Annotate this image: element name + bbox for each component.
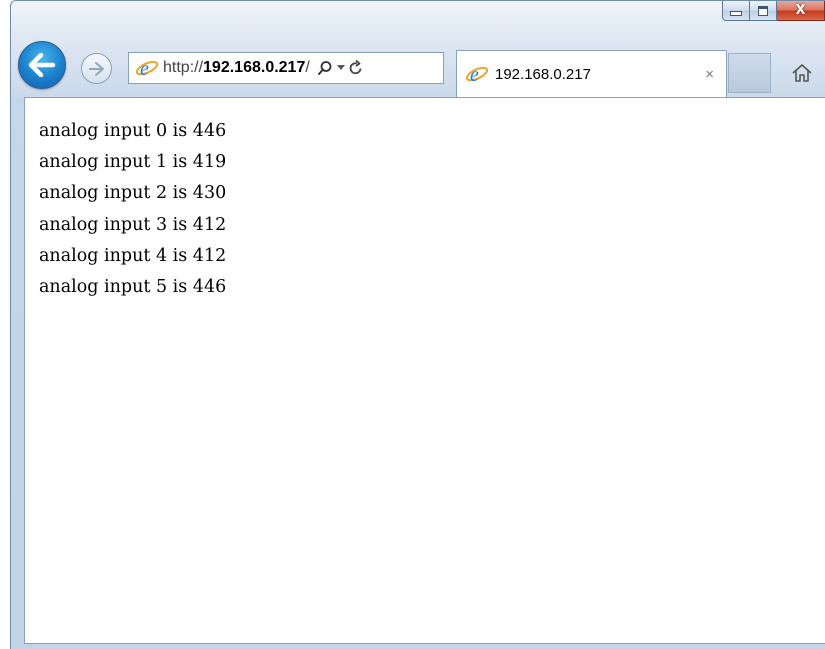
tab-active[interactable]: e 192.168.0.217 × — [456, 50, 727, 97]
close-icon: X — [795, 3, 806, 18]
search-icon[interactable] — [317, 60, 333, 76]
address-bar[interactable]: e http://192.168.0.217/ — [128, 52, 444, 84]
address-url[interactable]: http://192.168.0.217/ — [163, 59, 310, 77]
reading-line: analog input 4 is 412 — [39, 245, 227, 266]
tab-title: 192.168.0.217 — [495, 65, 591, 83]
reading-line: analog input 5 is 446 — [39, 277, 227, 298]
home-button[interactable] — [791, 59, 821, 87]
refresh-icon[interactable] — [349, 60, 363, 76]
page-content: analog input 0 is 446 analog input 1 is 4… — [24, 97, 825, 644]
back-button[interactable] — [18, 41, 66, 89]
address-tools — [317, 60, 363, 76]
svg-text:e: e — [140, 58, 149, 80]
close-button[interactable]: X — [777, 1, 825, 21]
svg-text:e: e — [470, 64, 479, 86]
new-tab-button[interactable] — [728, 53, 771, 93]
forward-arrow-icon — [88, 61, 104, 76]
forward-button[interactable] — [81, 53, 112, 84]
caption-buttons: X — [722, 1, 825, 23]
chevron-down-icon[interactable] — [336, 65, 345, 71]
ie-logo-icon: e — [135, 58, 159, 80]
minimize-button[interactable] — [722, 1, 750, 21]
maximize-button[interactable] — [750, 1, 777, 21]
home-icon — [792, 64, 812, 82]
browser-window: X e http://192.168.0.217/ e 192.168.0.21… — [10, 0, 825, 649]
ie-logo-icon: e — [465, 64, 489, 86]
analog-readings: analog input 0 is 446 analog input 1 is 4… — [39, 116, 226, 303]
reading-line: analog input 0 is 446 — [39, 121, 227, 141]
reading-line: analog input 3 is 412 — [39, 214, 227, 235]
maximize-icon — [758, 5, 768, 16]
tab-close-icon[interactable]: × — [705, 66, 714, 83]
back-arrow-icon — [28, 53, 56, 77]
reading-line: analog input 2 is 430 — [39, 183, 227, 204]
reading-line: analog input 1 is 419 — [39, 152, 227, 173]
minimize-icon — [730, 11, 742, 16]
